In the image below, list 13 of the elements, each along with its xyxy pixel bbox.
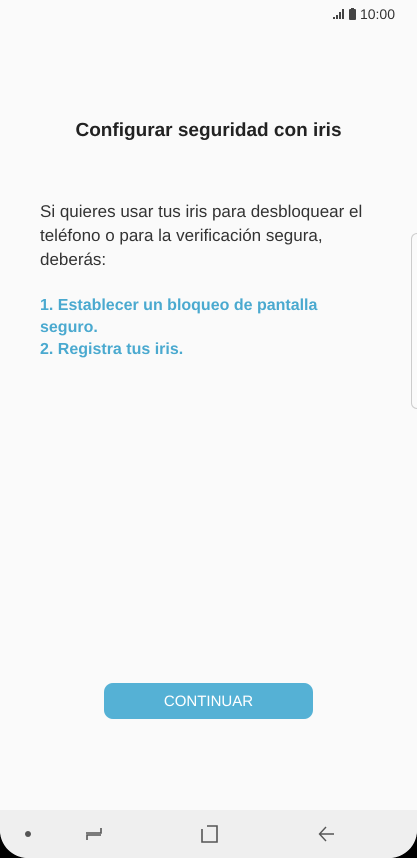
step-text: 2. Registra tus iris.: [40, 340, 184, 360]
dot-icon[interactable]: [25, 831, 31, 837]
signal-icon: [332, 9, 345, 19]
description-text: Si quieres usar tus iris para desbloquear el teléfono o para la verificación segura, deberás:: [40, 201, 364, 271]
battery-icon: [348, 8, 356, 20]
screen-title: Configurar seguridad con iris: [74, 120, 343, 142]
back-icon[interactable]: [318, 826, 335, 842]
continue-button[interactable]: CONTINUAR: [104, 683, 313, 719]
home-icon[interactable]: [201, 825, 218, 843]
edge-panel-handle[interactable]: [411, 233, 417, 409]
recent-apps-icon[interactable]: [85, 827, 102, 841]
status-time: 10:00: [360, 6, 395, 22]
step-text: 1. Establecer un bloqueo de pantalla seguro.: [40, 296, 318, 338]
